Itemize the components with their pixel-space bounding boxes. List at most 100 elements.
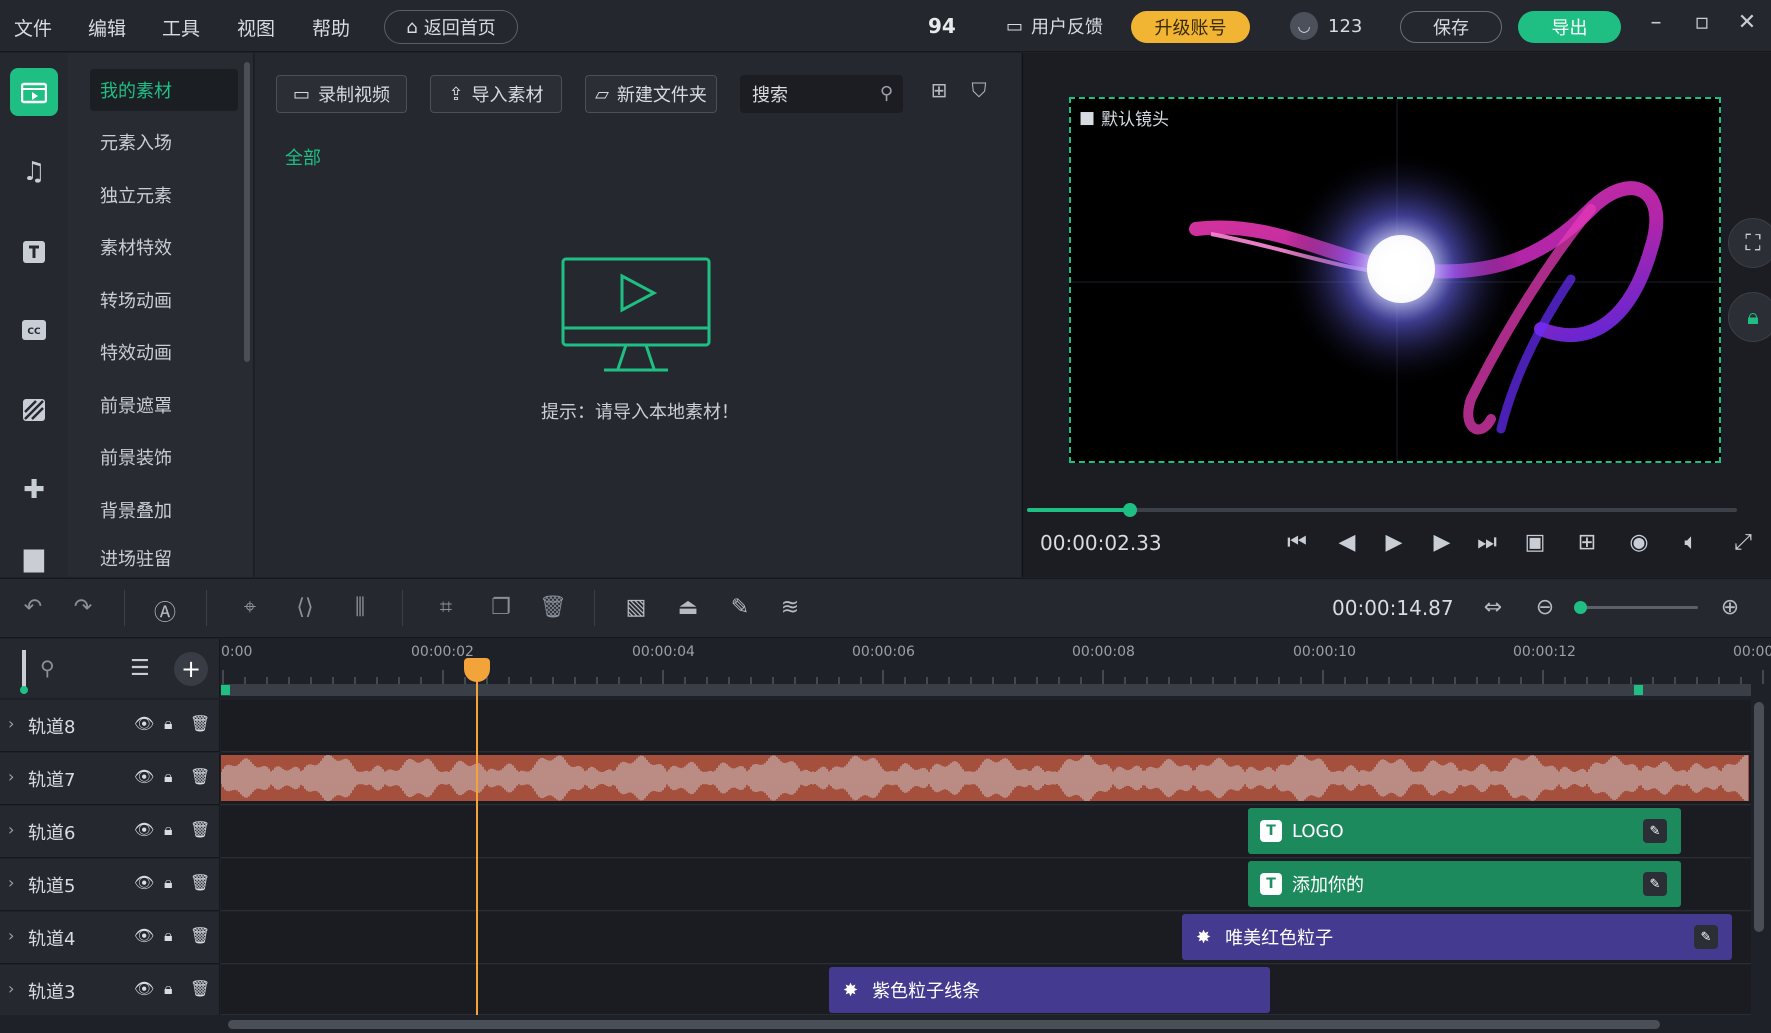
track-header-8[interactable]: › 轨道8 👁︎ 🔒︎ 🗑︎ — [0, 700, 220, 752]
code-icon[interactable]: ⟨⟩ — [290, 595, 320, 625]
redo-icon[interactable]: ↷ — [68, 595, 98, 625]
add-track-button[interactable]: + — [174, 652, 208, 686]
visibility-icon[interactable]: 👁︎ — [134, 714, 154, 733]
zoom-slider-thumb[interactable] — [1574, 601, 1587, 614]
expand-icon[interactable]: › — [8, 926, 14, 945]
zoom-search-icon[interactable]: ⚲ — [40, 656, 55, 680]
text-icon[interactable] — [10, 228, 58, 276]
volume-icon[interactable]: 🔈︎ — [1674, 530, 1708, 555]
subtitle-icon[interactable]: CC — [10, 306, 58, 354]
grid-view-icon[interactable]: ⊞ — [924, 78, 954, 108]
snap-line-icon[interactable] — [22, 650, 26, 690]
lock-icon[interactable]: 🔒︎ — [1728, 292, 1771, 342]
undo-icon[interactable]: ↶ — [18, 595, 48, 625]
upgrade-button[interactable]: 升级账号 — [1131, 11, 1250, 43]
trash-icon[interactable]: 🗑︎ — [190, 926, 210, 945]
expand-icon[interactable]: › — [8, 873, 14, 892]
work-range-bar[interactable] — [221, 684, 1751, 696]
lock-icon[interactable]: 🔒︎ — [164, 926, 173, 946]
menu-help[interactable]: 帮助 — [312, 14, 350, 41]
preview-mode-icon[interactable]: ▣ — [1518, 530, 1552, 555]
timeline-horizontal-scrollbar[interactable] — [228, 1020, 1660, 1029]
track-header-6[interactable]: › 轨道6 👁︎ 🔒︎ 🗑︎ — [0, 806, 220, 858]
new-folder-button[interactable]: ▱ 新建文件夹 — [585, 75, 717, 113]
expand-icon[interactable]: › — [8, 979, 14, 998]
red-particles-clip[interactable]: ✸ 唯美红色粒子 ✎ — [1182, 914, 1732, 960]
media-icon[interactable] — [10, 68, 58, 116]
range-end-marker[interactable] — [1634, 685, 1643, 695]
crop-icon[interactable]: ⌗ — [431, 595, 461, 625]
clip-settings-icon[interactable]: ✎ — [1694, 925, 1718, 949]
track-header-7[interactable]: › 轨道7 👁︎ 🔒︎ 🗑︎ — [0, 753, 220, 805]
category-standalone-element[interactable]: 独立元素 — [90, 174, 238, 216]
zoom-out-icon[interactable]: ⊖ — [1530, 595, 1560, 620]
visibility-icon[interactable]: 👁︎ — [134, 979, 154, 998]
purple-lines-clip[interactable]: ✸ 紫色粒子线条 — [829, 967, 1270, 1013]
tab-all[interactable]: 全部 — [285, 144, 321, 170]
category-background-overlay[interactable]: 背景叠加 — [90, 489, 238, 531]
lock-icon[interactable]: 🔒︎ — [164, 820, 173, 840]
stamp-icon[interactable]: ⏏ — [673, 595, 703, 625]
category-my-materials[interactable]: 我的素材 — [90, 69, 238, 111]
zoom-slider-track[interactable] — [1580, 606, 1698, 609]
play-icon[interactable]: ▶ — [1377, 530, 1411, 555]
logo-clip[interactable]: T LOGO ✎ — [1248, 808, 1681, 854]
split-icon[interactable]: ⫼ — [345, 595, 375, 625]
visibility-icon[interactable]: 👁︎ — [134, 820, 154, 839]
close-icon[interactable]: ✕ — [1732, 10, 1762, 35]
menu-edit[interactable]: 编辑 — [88, 14, 126, 41]
add-yours-clip[interactable]: T 添加你的 ✎ — [1248, 861, 1681, 907]
expand-icon[interactable]: › — [8, 767, 14, 786]
maximize-icon[interactable]: ▫ — [1687, 10, 1717, 35]
step-forward-icon[interactable]: ▶ — [1425, 530, 1459, 555]
category-foreground-decoration[interactable]: 前景装饰 — [90, 436, 238, 478]
zoom-in-icon[interactable]: ⊕ — [1715, 595, 1745, 620]
skip-end-icon[interactable]: ⏭ — [1470, 530, 1504, 555]
edit-icon[interactable]: ✎ — [725, 595, 755, 625]
folder-icon[interactable]: ▆ — [10, 540, 58, 576]
fullscreen-icon[interactable]: ⤢ — [1726, 530, 1760, 555]
import-material-button[interactable]: ⇪ 导入素材 — [430, 75, 562, 113]
copy-icon[interactable]: ❐ — [486, 595, 516, 625]
music-icon[interactable]: ♫ — [10, 148, 58, 196]
fit-width-icon[interactable]: ⇔ — [1478, 595, 1508, 620]
lock-icon[interactable]: 🔒︎ — [164, 714, 173, 734]
image-edit-icon[interactable]: ▧ — [621, 595, 651, 625]
grid-overlay-icon[interactable]: ⊞ — [1570, 530, 1604, 555]
filter-icon[interactable]: ⛉ — [964, 78, 994, 108]
record-video-button[interactable]: ▭ 录制视频 — [276, 75, 407, 113]
category-element-entrance[interactable]: 元素入场 — [90, 121, 238, 163]
timeline-vertical-scrollbar[interactable] — [1754, 702, 1764, 932]
feedback-button[interactable]: ▭ 用户反馈 — [1006, 13, 1103, 39]
trash-icon[interactable]: 🗑︎ — [190, 979, 210, 998]
category-material-effect[interactable]: 素材特效 — [90, 226, 238, 268]
visibility-icon[interactable]: 👁︎ — [134, 873, 154, 892]
range-start-marker[interactable] — [221, 685, 230, 695]
category-foreground-mask[interactable]: 前景遮罩 — [90, 384, 238, 426]
skip-start-icon[interactable]: ⏮ — [1280, 530, 1314, 555]
plugin-icon[interactable]: ✚ — [10, 466, 58, 514]
preview-canvas[interactable]: ■ 默认镜头 — [1069, 97, 1721, 463]
mask-icon[interactable] — [10, 386, 58, 434]
delete-icon[interactable]: 🗑︎ — [538, 595, 568, 625]
menu-tools[interactable]: 工具 — [162, 14, 200, 41]
lock-icon[interactable]: 🔒︎ — [164, 979, 173, 999]
expand-icon[interactable]: › — [8, 820, 14, 839]
trash-icon[interactable]: 🗑︎ — [190, 767, 210, 786]
user-account[interactable]: ◡ 123 — [1290, 12, 1362, 40]
export-button[interactable]: 导出 — [1518, 11, 1621, 43]
category-scrollbar[interactable] — [244, 62, 250, 362]
visibility-icon[interactable]: 👁︎ — [134, 767, 154, 786]
fit-screen-icon[interactable]: ⛶ — [1728, 218, 1771, 268]
audio-clip[interactable] — [221, 755, 1749, 801]
trash-icon[interactable]: 🗑︎ — [190, 873, 210, 892]
home-button[interactable]: ⌂ 返回首页 — [384, 10, 518, 44]
locate-icon[interactable]: ⌖ — [235, 595, 265, 625]
track-header-3[interactable]: › 轨道3 👁︎ 🔒︎ 🗑︎ — [0, 965, 220, 1017]
track-header-5[interactable]: › 轨道5 👁︎ 🔒︎ 🗑︎ — [0, 859, 220, 911]
save-button[interactable]: 保存 — [1400, 11, 1502, 43]
trash-icon[interactable]: 🗑︎ — [190, 714, 210, 733]
layers-icon[interactable]: ≋ — [775, 595, 805, 625]
visibility-icon[interactable]: 👁︎ — [134, 926, 154, 945]
clip-settings-icon[interactable]: ✎ — [1643, 872, 1667, 896]
